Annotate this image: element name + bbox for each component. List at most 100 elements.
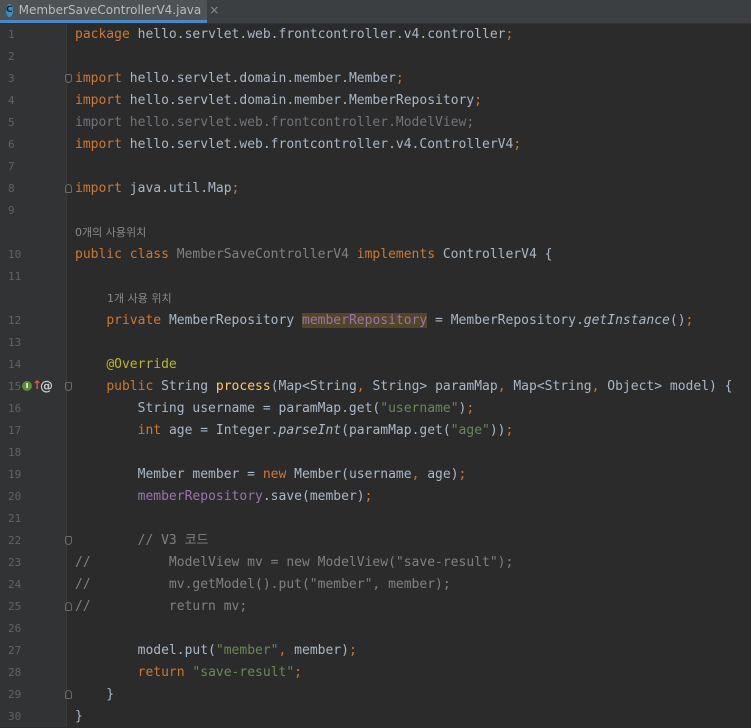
fold-marker-icon[interactable] — [65, 690, 72, 699]
fold-marker-icon[interactable] — [65, 184, 72, 193]
code-token: ; — [505, 27, 513, 42]
line-number: 2 — [8, 49, 28, 65]
editor-tab-member-save-controller[interactable]: C MemberSaveControllerV4.java × — [0, 0, 207, 23]
code-text[interactable]: // mv.getModel().put("member", member); — [75, 577, 451, 593]
code-token: // return mv; — [75, 599, 247, 614]
code-text[interactable]: return "save-result"; — [75, 665, 302, 681]
code-token: @Override — [106, 357, 176, 372]
code-text[interactable]: // return mv; — [75, 599, 247, 615]
code-editor[interactable]: 1package hello.servlet.web.frontcontroll… — [0, 24, 751, 727]
code-token: "save-result" — [192, 665, 294, 680]
code-text[interactable]: import hello.servlet.web.frontcontroller… — [75, 115, 474, 131]
code-token — [75, 489, 138, 504]
code-text[interactable]: import java.util.Map; — [75, 181, 239, 197]
code-text[interactable]: // V3 코드 — [75, 533, 209, 549]
code-text[interactable]: private MemberRepository memberRepositor… — [75, 313, 693, 329]
usage-hint-row: 0개의 사용위치 — [0, 222, 751, 244]
line-number: 24 — [8, 577, 28, 593]
line-number: 27 — [8, 643, 28, 659]
fold-marker-icon[interactable] — [65, 536, 72, 545]
code-token: age) — [427, 467, 458, 482]
code-token: parseInt — [279, 423, 342, 438]
code-text[interactable]: String username = paramMap.get("username… — [75, 401, 474, 417]
usage-hint[interactable]: 1개 사용 위치 — [107, 291, 172, 307]
code-token: public class — [75, 247, 177, 262]
line-number: 22 — [8, 533, 28, 549]
code-token: model.put( — [75, 643, 216, 658]
code-token: ; — [232, 181, 240, 196]
code-text[interactable]: import hello.servlet.web.frontcontroller… — [75, 137, 521, 153]
code-text[interactable]: import hello.servlet.domain.member.Membe… — [75, 71, 404, 87]
fold-marker-icon[interactable] — [65, 74, 72, 83]
code-token: .save(member) — [263, 489, 365, 504]
code-token: import — [75, 71, 122, 86]
code-token: // ModelView mv = new ModelView("save-re… — [75, 555, 513, 570]
code-token: public — [106, 379, 161, 394]
code-token: )) — [490, 423, 506, 438]
code-token: MemberSaveControllerV4 — [177, 247, 349, 262]
fold-marker-icon[interactable] — [65, 602, 72, 611]
code-token: hello.servlet.web.frontcontroller.v4.Con… — [122, 137, 513, 152]
code-line: 11 — [0, 266, 751, 288]
code-token: process — [216, 379, 271, 394]
code-text[interactable]: memberRepository.save(member); — [75, 489, 372, 505]
line-number: 8 — [8, 181, 28, 197]
code-token: ; — [365, 489, 373, 504]
line-number: 30 — [8, 709, 28, 725]
code-line: 2 — [0, 46, 751, 68]
code-text[interactable]: @Override — [75, 357, 177, 373]
line-number: 3 — [8, 71, 28, 87]
code-text[interactable]: model.put("member", member); — [75, 643, 357, 659]
code-line: 14 @Override — [0, 354, 751, 376]
code-token: memberRepository — [302, 313, 427, 328]
line-number: 9 — [8, 203, 28, 219]
usage-hint[interactable]: 0개의 사용위치 — [75, 225, 146, 241]
line-number: 21 — [8, 511, 28, 527]
code-line: 17 int age = Integer.parseInt(paramMap.g… — [0, 420, 751, 442]
code-token: MemberRepository — [169, 313, 302, 328]
code-token: hello.servlet.domain.member.Member — [122, 71, 396, 86]
code-text[interactable]: } — [75, 709, 83, 725]
line-number: 28 — [8, 665, 28, 681]
code-line: 13 — [0, 332, 751, 354]
code-text[interactable]: // ModelView mv = new ModelView("save-re… — [75, 555, 513, 571]
code-token: String — [161, 379, 216, 394]
code-text[interactable]: package hello.servlet.web.frontcontrolle… — [75, 27, 513, 43]
code-token: String username = paramMap.get( — [75, 401, 380, 416]
java-class-icon: C — [6, 4, 13, 17]
code-line: 10public class MemberSaveControllerV4 im… — [0, 244, 751, 266]
line-number: 13 — [8, 335, 28, 351]
code-token: return — [138, 665, 193, 680]
code-token: Object> model) { — [607, 379, 732, 394]
code-line: 28 return "save-result"; — [0, 662, 751, 684]
fold-marker-icon[interactable] — [65, 382, 72, 391]
line-number: 14 — [8, 357, 28, 373]
code-token — [75, 313, 106, 328]
code-token: (paramMap.get( — [341, 423, 451, 438]
code-token: age = Integer. — [169, 423, 279, 438]
code-token: ; — [506, 423, 514, 438]
code-token: ; — [349, 643, 357, 658]
code-text[interactable]: int age = Integer.parseInt(paramMap.get(… — [75, 423, 513, 439]
line-number: 25 — [8, 599, 28, 615]
line-number: 23 — [8, 555, 28, 571]
line-number: 20 — [8, 489, 28, 505]
code-token: import — [75, 137, 122, 152]
code-token: ; — [513, 137, 521, 152]
override-annotation-icon[interactable]: @ — [40, 379, 53, 394]
code-token: "member" — [216, 643, 279, 658]
code-text[interactable]: } — [75, 687, 114, 703]
line-number: 6 — [8, 137, 28, 153]
code-text[interactable]: public String process(Map<String, String… — [75, 379, 733, 395]
code-token: import — [75, 181, 122, 196]
code-text[interactable]: import hello.servlet.domain.member.Membe… — [75, 93, 482, 109]
code-text[interactable]: Member member = new Member(username, age… — [75, 467, 466, 483]
close-icon[interactable]: × — [209, 3, 219, 17]
code-text[interactable]: public class MemberSaveControllerV4 impl… — [75, 247, 552, 263]
code-token: "username" — [380, 401, 458, 416]
implements-method-icon[interactable]: I — [22, 381, 32, 391]
code-line: 16 String username = paramMap.get("usern… — [0, 398, 751, 420]
code-token: String> paramMap — [372, 379, 497, 394]
code-token: getInstance — [584, 313, 670, 328]
code-token: memberRepository — [138, 489, 263, 504]
